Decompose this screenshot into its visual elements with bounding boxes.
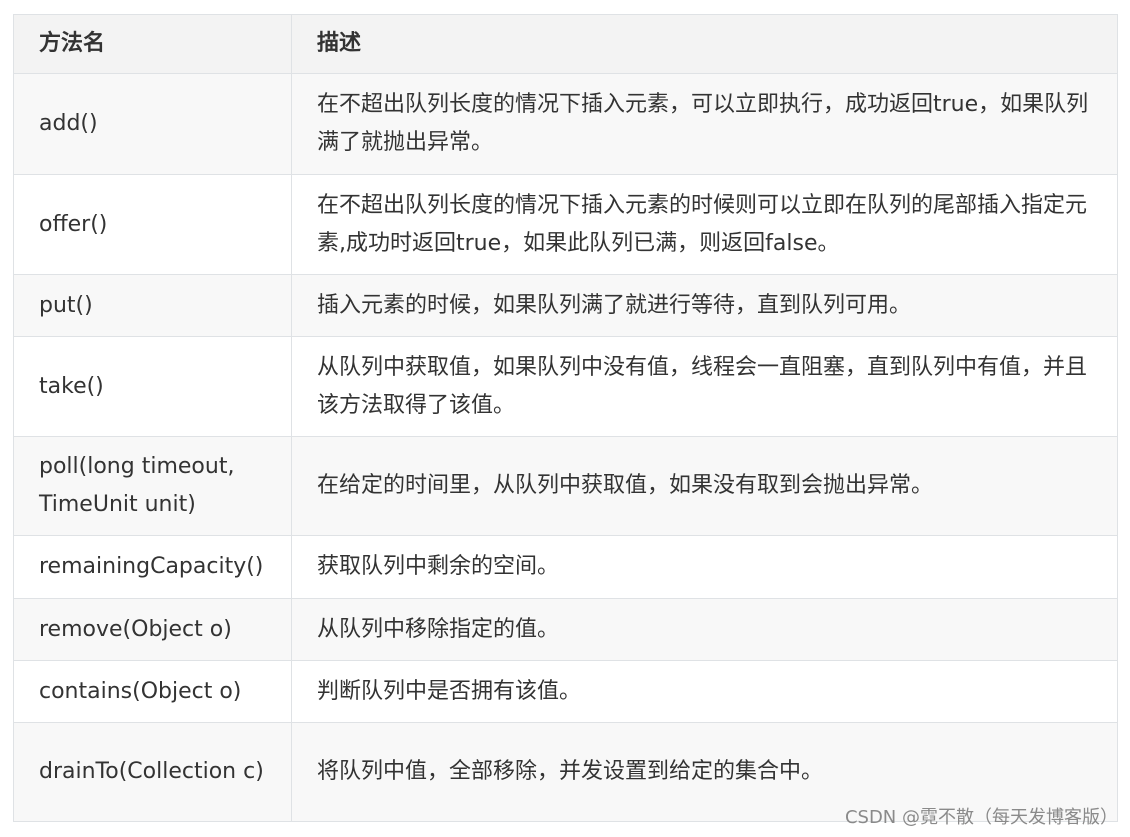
description-cell: 在给定的时间里，从队列中获取值，如果没有取到会抛出异常。 (291, 436, 1118, 536)
method-cell: remainingCapacity() (13, 535, 292, 599)
description-cell: 在不超出队列长度的情况下插入元素的时候则可以立即在队列的尾部插入指定元素,成功时… (291, 174, 1118, 275)
table-row: contains(Object o) 判断队列中是否拥有该值。 (13, 660, 1118, 723)
method-cell: poll(long timeout, TimeUnit unit) (13, 436, 292, 536)
table-row: take() 从队列中获取值，如果队列中没有值，线程会一直阻塞，直到队列中有值，… (13, 336, 1118, 437)
description-cell: 从队列中移除指定的值。 (291, 598, 1118, 661)
header-method-name: 方法名 (13, 14, 292, 74)
method-cell: offer() (13, 174, 292, 275)
table-row: add() 在不超出队列长度的情况下插入元素，可以立即执行，成功返回true，如… (13, 73, 1118, 175)
description-cell: 从队列中获取值，如果队列中没有值，线程会一直阻塞，直到队列中有值，并且该方法取得… (291, 336, 1118, 437)
description-cell: 在不超出队列长度的情况下插入元素，可以立即执行，成功返回true，如果队列满了就… (291, 73, 1118, 175)
csdn-watermark: CSDN @霓不散（每天发博客版） (844, 807, 1118, 828)
header-description: 描述 (291, 14, 1118, 74)
description-cell: 插入元素的时候，如果队列满了就进行等待，直到队列可用。 (291, 274, 1118, 337)
method-cell: drainTo(Collection c) (13, 722, 292, 822)
table-row: remainingCapacity() 获取队列中剩余的空间。 (13, 535, 1118, 599)
method-cell: add() (13, 73, 292, 175)
method-cell: put() (13, 274, 292, 337)
method-cell: remove(Object o) (13, 598, 292, 661)
method-cell: take() (13, 336, 292, 437)
table-row: remove(Object o) 从队列中移除指定的值。 (13, 598, 1118, 661)
description-cell: 判断队列中是否拥有该值。 (291, 660, 1118, 723)
table-header-row: 方法名 描述 (13, 14, 1118, 74)
api-method-table: 方法名 描述 add() 在不超出队列长度的情况下插入元素，可以立即执行，成功返… (13, 14, 1118, 822)
description-cell: 获取队列中剩余的空间。 (291, 535, 1118, 599)
method-cell: contains(Object o) (13, 660, 292, 723)
table-row: poll(long timeout, TimeUnit unit) 在给定的时间… (13, 436, 1118, 536)
table-row: offer() 在不超出队列长度的情况下插入元素的时候则可以立即在队列的尾部插入… (13, 174, 1118, 275)
table-row: put() 插入元素的时候，如果队列满了就进行等待，直到队列可用。 (13, 274, 1118, 337)
